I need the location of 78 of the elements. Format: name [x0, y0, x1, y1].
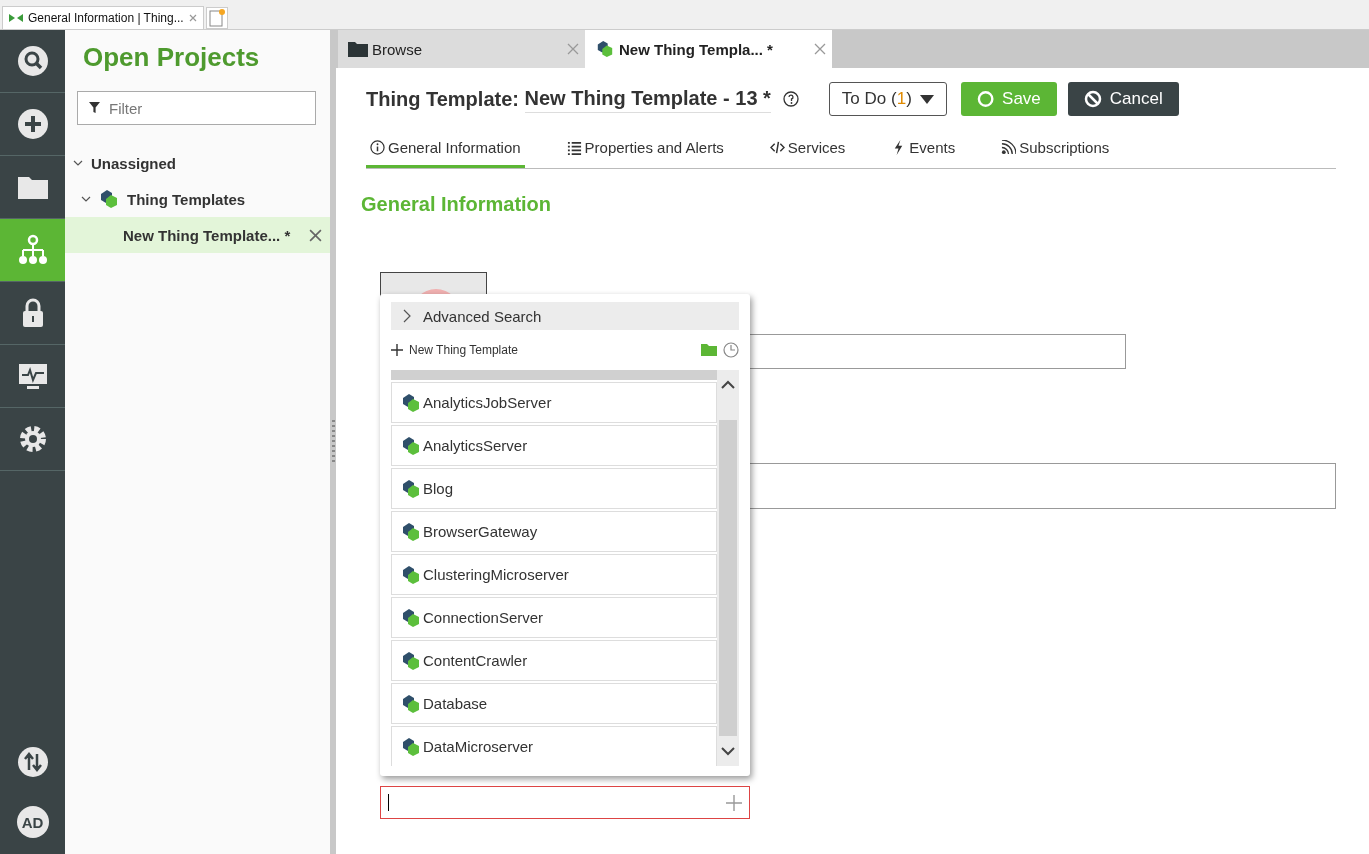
nav-tab[interactable]: General Information	[366, 130, 525, 168]
code-icon	[769, 140, 785, 155]
editor-tab[interactable]: Browse	[338, 30, 585, 68]
hexagon-icon	[400, 693, 422, 714]
user-avatar[interactable]: AD	[16, 806, 49, 838]
close-icon[interactable]	[567, 43, 579, 55]
section-title: General Information	[361, 193, 552, 216]
list-item[interactable]: ConnectionServer	[391, 597, 717, 638]
plus-icon[interactable]	[726, 794, 742, 811]
nav-tab[interactable]: Services	[765, 130, 850, 168]
tree-label: Thing Templates	[127, 190, 246, 208]
page-title: Thing Template:	[366, 87, 520, 111]
hexagon-icon	[400, 392, 422, 413]
folder-icon[interactable]	[701, 344, 717, 356]
template-field[interactable]	[380, 786, 750, 819]
cancel-icon	[1083, 90, 1102, 108]
scroll-up-icon[interactable]	[721, 380, 735, 390]
tree-item[interactable]: New Thing Template... *	[65, 217, 330, 253]
plus-icon	[16, 108, 49, 140]
nav-tab[interactable]: Properties and Alerts	[562, 130, 728, 168]
tab-label: New Thing Templa... *	[619, 40, 773, 58]
tree-item[interactable]: Thing Templates	[65, 181, 330, 217]
tree-item[interactable]: Unassigned	[65, 145, 330, 181]
caret-icon	[919, 94, 934, 104]
chevron-icon	[403, 309, 411, 323]
editor-tab[interactable]: New Thing Templa... *	[585, 30, 832, 68]
nav-tab[interactable]: Events	[887, 130, 960, 168]
hexagon-icon	[400, 650, 422, 671]
tree-label: Unassigned	[91, 154, 177, 172]
list-item[interactable]: ContentCrawler	[391, 640, 717, 681]
rss-icon	[1001, 140, 1017, 155]
tree-label: New Thing Template... *	[123, 226, 291, 244]
filter-field[interactable]: Filter	[77, 91, 316, 125]
chevron-icon	[73, 158, 83, 168]
list-item[interactable]: Database	[391, 683, 717, 724]
clock-icon[interactable]	[723, 342, 739, 358]
bowtie-icon	[9, 14, 23, 22]
hexagon-icon	[400, 736, 422, 757]
folder-icon	[348, 40, 368, 58]
cancel-button[interactable]: Cancel	[1067, 82, 1179, 116]
nav-tab[interactable]: Subscriptions	[997, 130, 1114, 168]
panel-title: Open Projects	[82, 41, 261, 73]
tab-label: Browse	[372, 40, 423, 58]
new-tab-icon[interactable]	[205, 7, 228, 29]
close-icon[interactable]	[188, 14, 197, 22]
list-item[interactable]: AnalyticsJobServer	[391, 382, 717, 423]
info-icon	[370, 140, 385, 155]
plus-icon	[391, 344, 403, 356]
browser-tab[interactable]: General Information | Thing...	[2, 6, 204, 29]
help-icon[interactable]	[782, 91, 799, 107]
tab-title: General Information | Thing...	[28, 11, 184, 25]
list-icon	[566, 140, 582, 155]
scrollbar-thumb[interactable]	[719, 420, 737, 736]
search-icon	[16, 45, 49, 77]
name-field[interactable]: New Thing Template - 13 *	[524, 85, 771, 113]
splitter-handle[interactable]	[331, 420, 335, 464]
scroll-down-icon[interactable]	[721, 746, 735, 756]
hexagon-icon	[400, 564, 422, 585]
advanced-search-toggle[interactable]: Advanced Search	[391, 302, 739, 330]
list-item[interactable]: AnalyticsServer	[391, 425, 717, 466]
hexagon-icon	[400, 478, 422, 499]
todo-dropdown[interactable]: To Do (1)	[828, 82, 947, 116]
hexagon-icon	[595, 40, 615, 58]
close-icon[interactable]	[309, 228, 322, 242]
transfer-icon[interactable]	[16, 746, 49, 778]
hexagon-icon	[400, 607, 422, 628]
close-icon[interactable]	[814, 43, 826, 55]
list-item[interactable]: ClusteringMicroserver	[391, 554, 717, 595]
filter-icon	[89, 102, 100, 113]
hexagon-icon	[400, 521, 422, 542]
hexagon-icon	[400, 435, 422, 456]
list-item[interactable]: Blog	[391, 468, 717, 509]
circle-icon	[976, 90, 995, 108]
list-item[interactable]: DataMicroserver	[391, 726, 717, 766]
list-item[interactable]: BrowserGateway	[391, 511, 717, 552]
chevron-icon	[81, 194, 91, 204]
hierarchy-icon	[16, 234, 49, 266]
new-template-link[interactable]: New Thing Template	[391, 343, 518, 357]
